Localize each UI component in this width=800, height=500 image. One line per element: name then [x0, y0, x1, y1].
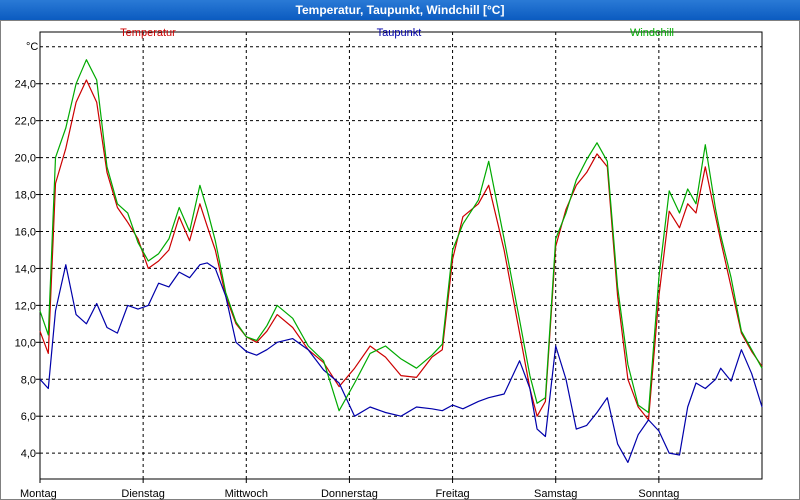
- y-tick-label: 8,0: [21, 374, 36, 386]
- y-tick-label: 20,0: [15, 153, 36, 165]
- x-tick-day: Mittwoch: [225, 488, 268, 500]
- x-tick-day: Samstag: [534, 488, 577, 500]
- plot-area: [39, 31, 763, 480]
- y-tick-label: 10,0: [15, 337, 36, 349]
- legend-temperatur: Temperatur: [120, 27, 176, 39]
- x-tick-day: Donnerstag: [321, 488, 378, 500]
- chart-svg: °C 4,0 6,0 8,0 10,0 12,0 14,0 16,0 18,0 20,0 22,0…: [15, 27, 763, 500]
- y-tick-label: 22,0: [15, 116, 36, 128]
- series-line-temperatur: [39, 79, 763, 421]
- series-lines: [39, 59, 763, 463]
- x-axis: Montag26.05.14Dienstag27.05.14Mittwoch28…: [20, 479, 679, 500]
- y-tick-label: 12,0: [15, 300, 36, 312]
- x-tick-day: Sonntag: [638, 488, 679, 500]
- x-tick-day: Montag: [20, 488, 57, 500]
- legend-taupunkt: Taupunkt: [377, 27, 422, 39]
- y-tick-label: 24,0: [15, 79, 36, 91]
- y-unit-label: °C: [26, 41, 38, 53]
- y-tick-label: 4,0: [21, 448, 36, 460]
- y-tick-label: 16,0: [15, 226, 36, 238]
- x-tick-day: Freitag: [435, 488, 469, 500]
- x-tick-day: Dienstag: [121, 488, 164, 500]
- legend-windchill: Windchill: [630, 27, 674, 39]
- y-tick-label: 18,0: [15, 190, 36, 202]
- y-tick-label: 14,0: [15, 263, 36, 275]
- grid: [40, 32, 762, 479]
- y-tick-label: 6,0: [21, 411, 36, 423]
- window-title: Temperatur, Taupunkt, Windchill [°C]: [0, 0, 800, 20]
- y-axis: 4,0 6,0 8,0 10,0 12,0 14,0 16,0 18,0 20,0 22,0 24,…: [15, 79, 40, 460]
